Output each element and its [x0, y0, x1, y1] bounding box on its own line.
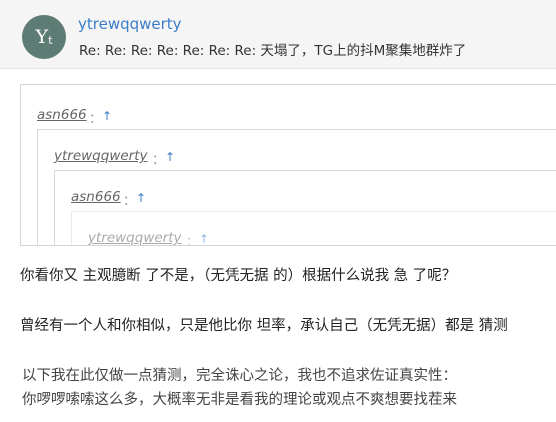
quote-colon: ： — [152, 153, 166, 168]
post-header: Yt ytrewqqwerty Re: Re: Re: Re: Re: Re: … — [0, 0, 556, 69]
post-body-line: 以下我在此仅做一点猜测，完全诛心之论，我也不追求佐证真实性： — [22, 368, 457, 384]
avatar-sub-letter: t — [48, 33, 53, 47]
post-body-line: 你啰啰嗦嗦这么多，大概率无非是看我的理论或观点不爽想要找茬来 — [22, 392, 457, 408]
post-body-line: 曾经有一个人和你相似，只是他比你 坦率，承认自己（无凭无据）都是 猜测 — [20, 318, 508, 334]
quote-colon: ： — [186, 235, 200, 246]
post-subject: Re: Re: Re: Re: Re: Re: Re: 天塌了，TG上的抖M聚集… — [79, 43, 467, 59]
quote-jump-icon[interactable]: ↑ — [165, 150, 175, 164]
nested-quote: ytrewqqwerty ： ↑ — [71, 211, 556, 246]
post-body-line: 你看你又 主观臆断 了不是，（无凭无据 的）根据什么说我 急 了呢？ — [20, 268, 457, 284]
quote-author-link[interactable]: asn666 — [37, 107, 87, 123]
quote-block: asn666 ： ↑ ytrewqqwerty ： ↑ asn666 ： ↑ y… — [20, 84, 556, 246]
quote-jump-icon[interactable]: ↑ — [199, 232, 209, 245]
nested-quote: asn666 ： ↑ ytrewqqwerty ： ↑ — [54, 170, 556, 246]
quote-author-link[interactable]: ytrewqqwerty — [88, 230, 182, 245]
quote-author-link[interactable]: ytrewqqwerty — [54, 148, 148, 164]
quote-author-link[interactable]: asn666 — [71, 189, 121, 205]
quote-colon: ： — [123, 194, 137, 209]
quote-colon: ： — [89, 112, 103, 127]
avatar-letter: Y — [35, 26, 49, 48]
quote-jump-icon[interactable]: ↑ — [136, 191, 146, 205]
nested-quote: ytrewqqwerty ： ↑ asn666 ： ↑ ytrewqqwerty… — [37, 129, 556, 246]
quote-jump-icon[interactable]: ↑ — [102, 109, 112, 123]
avatar[interactable]: Yt — [22, 15, 66, 59]
author-link[interactable]: ytrewqqwerty — [78, 15, 182, 33]
